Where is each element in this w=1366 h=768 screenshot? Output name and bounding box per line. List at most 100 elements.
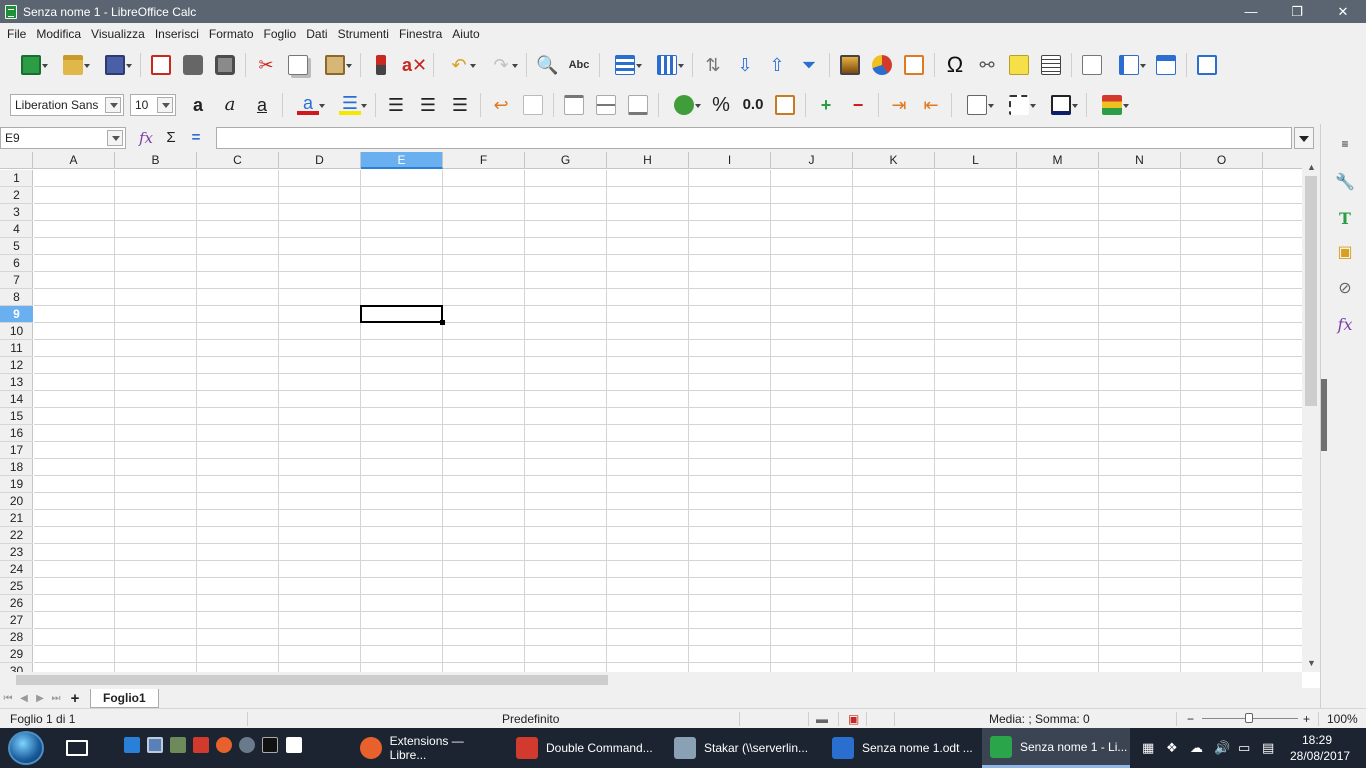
row-header[interactable]: 19	[0, 476, 33, 493]
document-shortcut-icon[interactable]	[286, 737, 302, 753]
freeze-rows-columns-button[interactable]	[1109, 50, 1149, 80]
row-header[interactable]: 12	[0, 357, 33, 374]
previous-sheet-icon[interactable]: ◀	[16, 693, 32, 704]
column-header[interactable]: I	[689, 152, 771, 169]
vertical-scroll-thumb[interactable]	[1305, 176, 1317, 406]
firefox-shortcut-icon[interactable]	[216, 737, 232, 753]
navigator-icon[interactable]: ⊘	[1331, 274, 1359, 302]
next-sheet-icon[interactable]: ▶	[32, 693, 48, 704]
add-decimal-button[interactable]: +	[811, 90, 841, 120]
column-header[interactable]: L	[935, 152, 1017, 169]
column-header[interactable]: A	[33, 152, 115, 169]
scroll-down-icon[interactable]: ▼	[1307, 658, 1316, 668]
active-cell-cursor[interactable]	[360, 305, 445, 325]
column-header-selected[interactable]: E	[361, 152, 443, 169]
row-header[interactable]: 25	[0, 578, 33, 595]
menu-foglio[interactable]: Foglio	[259, 23, 302, 46]
taskbar-item-writer[interactable]: Senza nome 1.odt ...	[824, 728, 978, 768]
align-top-button[interactable]	[559, 90, 589, 120]
function-wizard-button[interactable]: fx	[135, 128, 157, 148]
bold-button[interactable]: a	[183, 90, 213, 120]
zoom-out-button[interactable]: −	[1187, 711, 1194, 727]
people-tray-icon[interactable]: ▦	[1142, 740, 1154, 756]
menu-aiuto[interactable]: Aiuto	[447, 23, 484, 46]
cell-area[interactable]	[34, 170, 1302, 688]
formula-button[interactable]: =	[185, 128, 207, 148]
row-header[interactable]: 13	[0, 374, 33, 391]
column-header[interactable]: C	[197, 152, 279, 169]
cloud-tray-icon[interactable]: ☁	[1190, 740, 1203, 756]
align-center-button[interactable]: ☰	[413, 90, 443, 120]
row-header[interactable]: 7	[0, 272, 33, 289]
sum-button[interactable]: Σ	[160, 128, 182, 148]
sidebar-menu-icon[interactable]: ≡	[1331, 130, 1359, 158]
desktop-shortcut-icon[interactable]	[124, 737, 140, 753]
background-color-button[interactable]: ☰	[330, 90, 370, 120]
taskbar-item-firefox[interactable]: Extensions — Libre...	[352, 728, 502, 768]
row-header[interactable]: 16	[0, 425, 33, 442]
format-date-button[interactable]	[770, 90, 800, 120]
center-vertically-button[interactable]	[591, 90, 621, 120]
format-currency-button[interactable]	[664, 90, 704, 120]
row-header[interactable]: 3	[0, 204, 33, 221]
column-header[interactable]: O	[1181, 152, 1263, 169]
print-preview-button[interactable]	[210, 50, 240, 80]
double-commander-shortcut-icon[interactable]	[193, 737, 209, 753]
window-shortcut-icon[interactable]	[147, 737, 163, 753]
row-header[interactable]: 22	[0, 527, 33, 544]
border-color-button[interactable]	[1041, 90, 1081, 120]
row-header-selected[interactable]: 9	[0, 306, 33, 323]
properties-wrench-icon[interactable]: 🔧	[1331, 168, 1359, 196]
row-header[interactable]: 20	[0, 493, 33, 510]
menu-visualizza[interactable]: Visualizza	[86, 23, 150, 46]
chevron-down-icon[interactable]	[157, 97, 173, 113]
row-header[interactable]: 15	[0, 408, 33, 425]
menu-modifica[interactable]: Modifica	[31, 23, 86, 46]
clone-formatting-button[interactable]	[366, 50, 396, 80]
column-button[interactable]	[647, 50, 687, 80]
taskbar-item-double-commander[interactable]: Double Command...	[508, 728, 662, 768]
cut-button[interactable]: ✂	[251, 50, 281, 80]
undo-button[interactable]: ↶	[439, 50, 479, 80]
notifications-tray-icon[interactable]: ▤	[1262, 740, 1274, 756]
chevron-down-icon[interactable]	[105, 97, 121, 113]
row-header[interactable]: 29	[0, 646, 33, 663]
special-character-button[interactable]: Ω	[940, 50, 970, 80]
column-header[interactable]: N	[1099, 152, 1181, 169]
start-button[interactable]	[8, 731, 44, 765]
print-area-button[interactable]	[1077, 50, 1107, 80]
task-view-icon[interactable]	[66, 740, 88, 756]
align-left-button[interactable]: ☰	[381, 90, 411, 120]
show-draw-functions-button[interactable]	[1192, 50, 1222, 80]
taskbar-clock[interactable]: 18:29 28/08/2017	[1290, 732, 1350, 764]
menu-strumenti[interactable]: Strumenti	[333, 23, 394, 46]
column-header[interactable]: K	[853, 152, 935, 169]
sheet-tab-foglio1[interactable]: Foglio1	[90, 688, 159, 708]
row-header[interactable]: 18	[0, 459, 33, 476]
pivot-table-button[interactable]	[899, 50, 929, 80]
selection-mode-icon[interactable]: ▬	[816, 711, 828, 727]
sort-button[interactable]: ⇅	[698, 50, 728, 80]
insert-chart-button[interactable]	[867, 50, 897, 80]
row-header[interactable]: 1	[0, 170, 33, 187]
align-bottom-button[interactable]	[623, 90, 653, 120]
row-header[interactable]: 8	[0, 289, 33, 306]
row-header[interactable]: 27	[0, 612, 33, 629]
column-header[interactable]: F	[443, 152, 525, 169]
insert-image-button[interactable]	[835, 50, 865, 80]
decrease-indent-button[interactable]: ⇤	[916, 90, 946, 120]
scroll-up-icon[interactable]: ▲	[1307, 162, 1316, 172]
underline-button[interactable]: a	[247, 90, 277, 120]
tool-shortcut-icon[interactable]	[170, 737, 186, 753]
name-box[interactable]: E9	[0, 127, 126, 149]
redo-button[interactable]: ↷	[481, 50, 521, 80]
sort-ascending-button[interactable]: ⇩	[730, 50, 760, 80]
delete-decimal-button[interactable]: −	[843, 90, 873, 120]
conditional-format-button[interactable]	[1092, 90, 1132, 120]
horizontal-scrollbar[interactable]	[0, 672, 1302, 688]
taskbar-item-explorer[interactable]: Stakar (\\serverlin...	[666, 728, 820, 768]
save-button[interactable]	[95, 50, 135, 80]
column-header[interactable]: J	[771, 152, 853, 169]
row-header[interactable]: 5	[0, 238, 33, 255]
minimize-button[interactable]: —	[1228, 0, 1274, 23]
